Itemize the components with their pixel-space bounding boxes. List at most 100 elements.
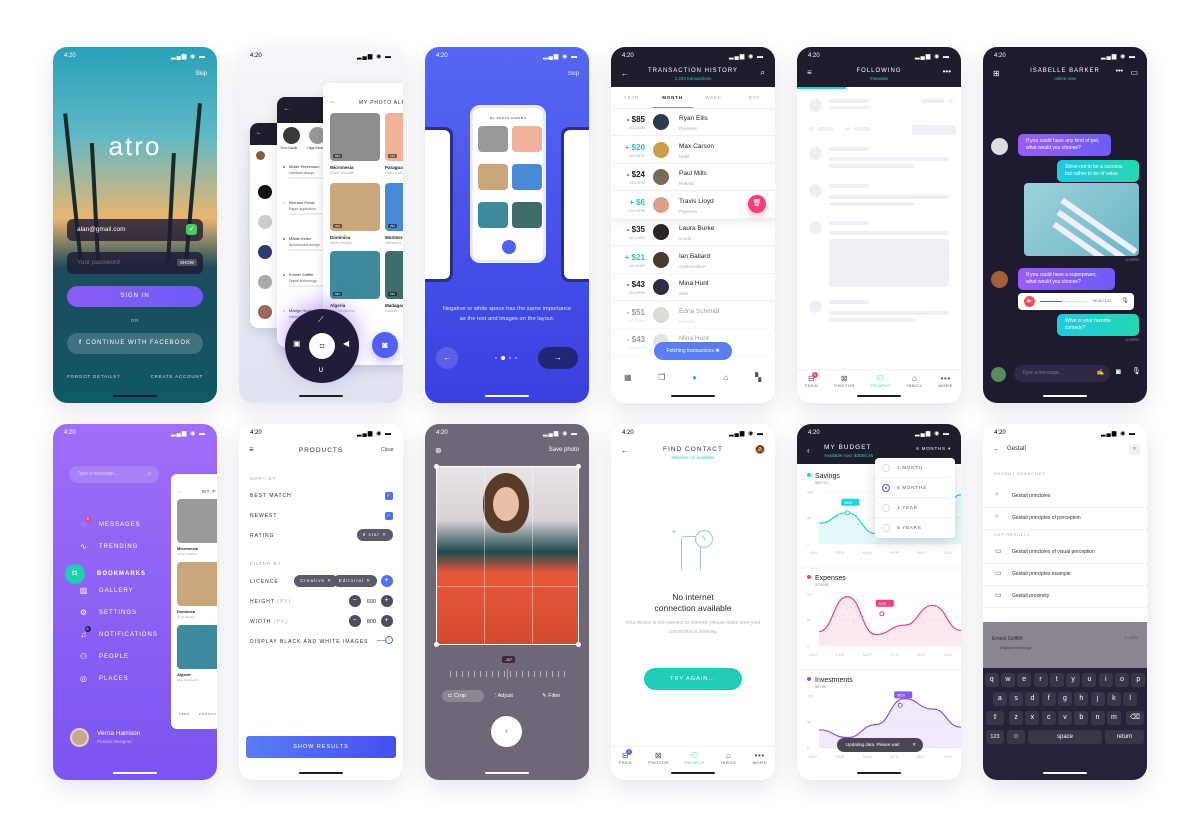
magnet-icon[interactable]: ∪ bbox=[318, 365, 324, 374]
album-thumbnail[interactable] bbox=[177, 625, 217, 669]
message-input[interactable]: Type a message... ✍ bbox=[1014, 365, 1110, 382]
inbox-tab[interactable]: ⌂ bbox=[724, 373, 729, 391]
period-option[interactable]: 1 YEAR bbox=[875, 498, 955, 518]
transaction-row[interactable]: + $21 05:40AM Ian Ballard Authorization bbox=[611, 247, 775, 274]
album-thumbnail[interactable]: 114 bbox=[385, 113, 403, 161]
licence-chip[interactable]: Editorial ✕ bbox=[332, 575, 377, 587]
key-z[interactable]: z bbox=[1009, 711, 1024, 725]
best-match-row[interactable]: BEST MATCH ✓ bbox=[250, 492, 393, 500]
key-t[interactable]: t bbox=[1049, 673, 1064, 687]
page-dot[interactable] bbox=[509, 357, 511, 359]
page-dot[interactable] bbox=[515, 357, 517, 359]
key-w[interactable]: w bbox=[1000, 673, 1015, 687]
photo-crop-area[interactable] bbox=[434, 464, 581, 647]
newest-row[interactable]: NEWEST ✓ bbox=[250, 512, 393, 520]
rating-chip[interactable]: 5 star ✕ bbox=[356, 529, 393, 541]
key-e[interactable]: e bbox=[1017, 673, 1032, 687]
search-input[interactable]: Type a message... ⌕ bbox=[69, 466, 159, 483]
key-p[interactable]: p bbox=[1131, 673, 1146, 687]
show-password-button[interactable]: SHOW bbox=[177, 259, 197, 266]
licence-chip[interactable]: Creative ✕ bbox=[294, 575, 338, 587]
key-a[interactable]: a bbox=[992, 692, 1007, 706]
video-call-icon[interactable]: ▭ bbox=[1130, 68, 1138, 77]
album-thumbnail[interactable]: 635 bbox=[385, 251, 403, 299]
period-option[interactable]: 5 YEARS bbox=[875, 518, 955, 538]
transaction-row[interactable]: - $35 00:12AM Laura Burke Credit bbox=[611, 219, 775, 246]
tab-month[interactable]: MONTH bbox=[652, 87, 693, 108]
key-h[interactable]: h bbox=[1074, 692, 1089, 706]
menu-item-messages[interactable]: 3 ◌ MESSAGES bbox=[75, 516, 141, 529]
more-options-icon[interactable]: ••• bbox=[943, 67, 951, 76]
key-l[interactable]: l bbox=[1123, 692, 1138, 706]
recent-search-item[interactable]: ⌕ Gestalt principles bbox=[983, 486, 1147, 508]
main-screen-peek[interactable]: ← MY P Micronesia South Vellaville Dominic… bbox=[171, 474, 217, 729]
newest-checkbox[interactable]: ✓ bbox=[385, 512, 393, 520]
backspace-key[interactable]: ⌫ bbox=[1126, 711, 1144, 725]
key-j[interactable]: j bbox=[1090, 692, 1105, 706]
key-v[interactable]: v bbox=[1058, 711, 1072, 725]
key-b[interactable]: b bbox=[1074, 711, 1089, 725]
menu-item-bookmarks[interactable]: ⌑ BOOKMARKS bbox=[65, 564, 146, 584]
album-thumbnail[interactable] bbox=[177, 562, 217, 606]
key-g[interactable]: g bbox=[1058, 692, 1072, 706]
gesture-icon[interactable]: ✍ bbox=[1097, 369, 1104, 376]
audio-message[interactable]: ▶ 00:34 / 1:12 🎙 bbox=[1018, 293, 1134, 310]
try-again-button[interactable]: TRY AGAIN... bbox=[644, 668, 742, 690]
calendar-tab[interactable]: ▦ bbox=[624, 373, 632, 391]
rotation-slider-thumb[interactable] bbox=[507, 669, 508, 679]
crop-handle[interactable] bbox=[576, 642, 581, 647]
clear-search-button[interactable]: ✕ bbox=[1129, 444, 1140, 455]
crop-handle[interactable] bbox=[434, 642, 439, 647]
top-result-item[interactable]: ▭ Gestalt principles of visual perception bbox=[983, 542, 1147, 564]
decrease-width-button[interactable]: − bbox=[349, 615, 361, 627]
grid-icon[interactable]: ⌗ bbox=[309, 333, 335, 359]
key-o[interactable]: o bbox=[1115, 673, 1130, 687]
top-result-item[interactable]: ▭ Gestalt principles example bbox=[983, 564, 1147, 586]
display-bw-toggle[interactable] bbox=[377, 636, 393, 644]
key-c[interactable]: c bbox=[1041, 711, 1056, 725]
key-y[interactable]: y bbox=[1066, 673, 1081, 687]
shift-key[interactable]: ⇧ bbox=[986, 711, 1004, 725]
radio-button[interactable] bbox=[882, 524, 890, 532]
user-avatar[interactable] bbox=[70, 728, 89, 747]
sign-in-button[interactable]: SIGN IN bbox=[67, 286, 203, 307]
menu-item-people[interactable]: ⚇ PEOPLE bbox=[75, 652, 129, 661]
radio-button[interactable] bbox=[882, 464, 890, 472]
tab-year[interactable]: YEAR bbox=[611, 87, 652, 108]
tab-inbox[interactable]: ⌂ INBOX bbox=[907, 374, 922, 391]
tab-feed[interactable]: ⊟ FEED 3 bbox=[619, 749, 633, 768]
key-f[interactable]: f bbox=[1041, 692, 1056, 706]
remove-icon[interactable]: ✕ bbox=[327, 578, 332, 583]
profile-tab[interactable]: ● bbox=[692, 373, 697, 391]
crop-tool[interactable]: ⊏ Crop bbox=[442, 690, 484, 702]
save-photo-button[interactable]: Save photo bbox=[549, 447, 579, 453]
search-input[interactable]: Gestalt bbox=[1007, 446, 1026, 452]
camera-icon[interactable]: ◙ bbox=[1116, 367, 1121, 376]
page-dot[interactable] bbox=[495, 357, 497, 359]
key-d[interactable]: d bbox=[1025, 692, 1040, 706]
skip-link[interactable]: Skip bbox=[195, 71, 207, 77]
menu-item-settings[interactable]: ⚙ SETTINGS bbox=[75, 608, 137, 617]
tab-people[interactable]: ⚇ PEOPLE bbox=[871, 374, 891, 391]
page-dot[interactable] bbox=[501, 356, 505, 360]
album-thumbnail[interactable]: 581 bbox=[330, 251, 380, 299]
tab-photos[interactable]: ⊠ PHOTOS bbox=[834, 374, 854, 391]
key-s[interactable]: s bbox=[1009, 692, 1024, 706]
decrease-height-button[interactable]: − bbox=[349, 595, 361, 607]
key-123[interactable]: 123 bbox=[986, 730, 1004, 744]
close-icon[interactable]: ✕ bbox=[912, 738, 916, 752]
tab-feed[interactable]: ⊟ FEED 3 bbox=[805, 372, 819, 391]
remove-icon[interactable]: ✕ bbox=[382, 532, 387, 537]
adjust-tool[interactable]: ⫶ Adjust bbox=[495, 690, 513, 702]
cards-tab[interactable]: ❐ bbox=[658, 373, 666, 391]
create-account-link[interactable]: CREATE ACCOUNT bbox=[151, 374, 203, 379]
camera-fab[interactable]: ◙ bbox=[372, 332, 398, 358]
menu-item-places[interactable]: ◎ PLACES bbox=[75, 674, 129, 683]
space-key[interactable]: space bbox=[1028, 730, 1102, 744]
key-k[interactable]: k bbox=[1106, 692, 1121, 706]
brush-icon[interactable]: ⟋ bbox=[318, 315, 324, 325]
radio-button[interactable] bbox=[882, 484, 890, 492]
return-key[interactable]: return bbox=[1105, 730, 1144, 744]
microphone-icon[interactable]: 🎙 bbox=[1132, 367, 1141, 375]
key-u[interactable]: u bbox=[1082, 673, 1097, 687]
